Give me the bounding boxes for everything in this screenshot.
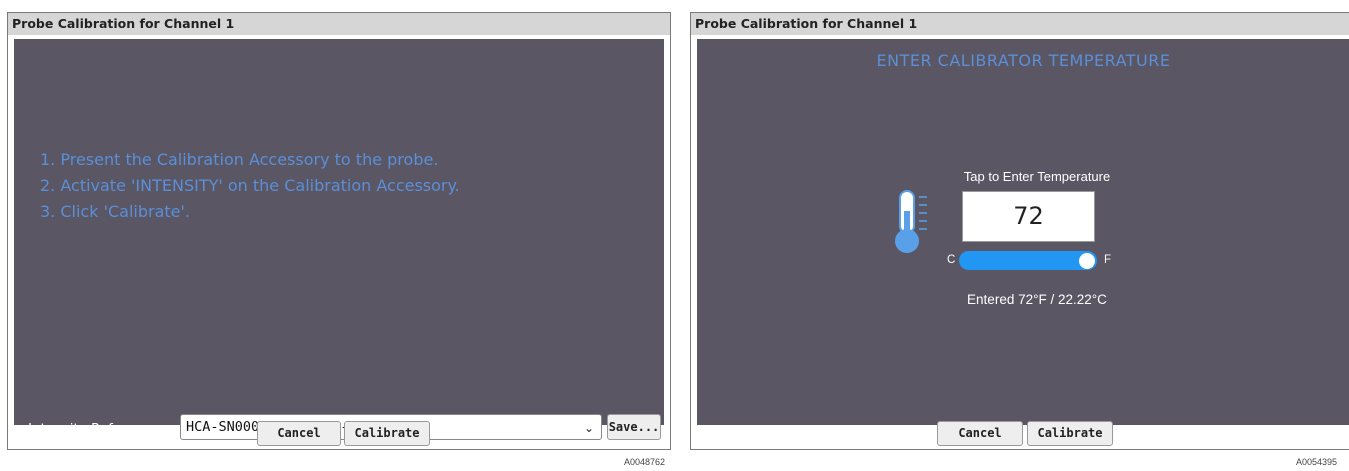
tap-to-enter-label: Tap to Enter Temperature [963,169,1111,184]
instruction-step-1: 1. Present the Calibration Accessory to … [40,150,439,169]
dialog-title: Probe Calibration for Channel 1 [691,13,1349,35]
cancel-button[interactable]: Cancel [257,421,341,446]
temperature-input[interactable]: 72 [962,191,1095,242]
intensity-reference-label: Intensity Reference [28,421,160,437]
chevron-down-icon: ⌄ [583,421,594,435]
unit-toggle[interactable] [959,251,1097,270]
unit-f-label: F [1104,254,1112,266]
calibrator-temperature-heading: ENTER CALIBRATOR TEMPERATURE [876,51,1171,70]
calibrate-button[interactable]: Calibrate [344,421,430,446]
cancel-button[interactable]: Cancel [937,421,1023,446]
unit-c-label: C [947,254,956,266]
calibrate-button[interactable]: Calibrate [1027,421,1113,446]
save-button[interactable]: Save... [607,414,661,440]
thermometer-icon [893,189,933,261]
dialog-content: ENTER CALIBRATOR TEMPERATURE Tap to Ente… [697,39,1349,425]
instruction-step-2: 2. Activate 'INTENSITY' on the Calibrati… [40,176,460,195]
right-calibration-dialog: Probe Calibration for Channel 1 ENTER CA… [690,12,1349,450]
entered-temperature-text: Entered 72°F / 22.22°C [967,292,1107,307]
left-calibration-dialog: Probe Calibration for Channel 1 1. Prese… [7,12,671,450]
dialog-content: 1. Present the Calibration Accessory to … [14,39,664,440]
toggle-knob [1079,252,1095,269]
figure-code-right: A0054395 [1296,457,1338,467]
figure-code-left: A0048762 [624,457,666,467]
instruction-list: 1. Present the Calibration Accessory to … [40,147,460,225]
instruction-step-3: 3. Click 'Calibrate'. [40,202,190,221]
dialog-title: Probe Calibration for Channel 1 [8,13,670,35]
